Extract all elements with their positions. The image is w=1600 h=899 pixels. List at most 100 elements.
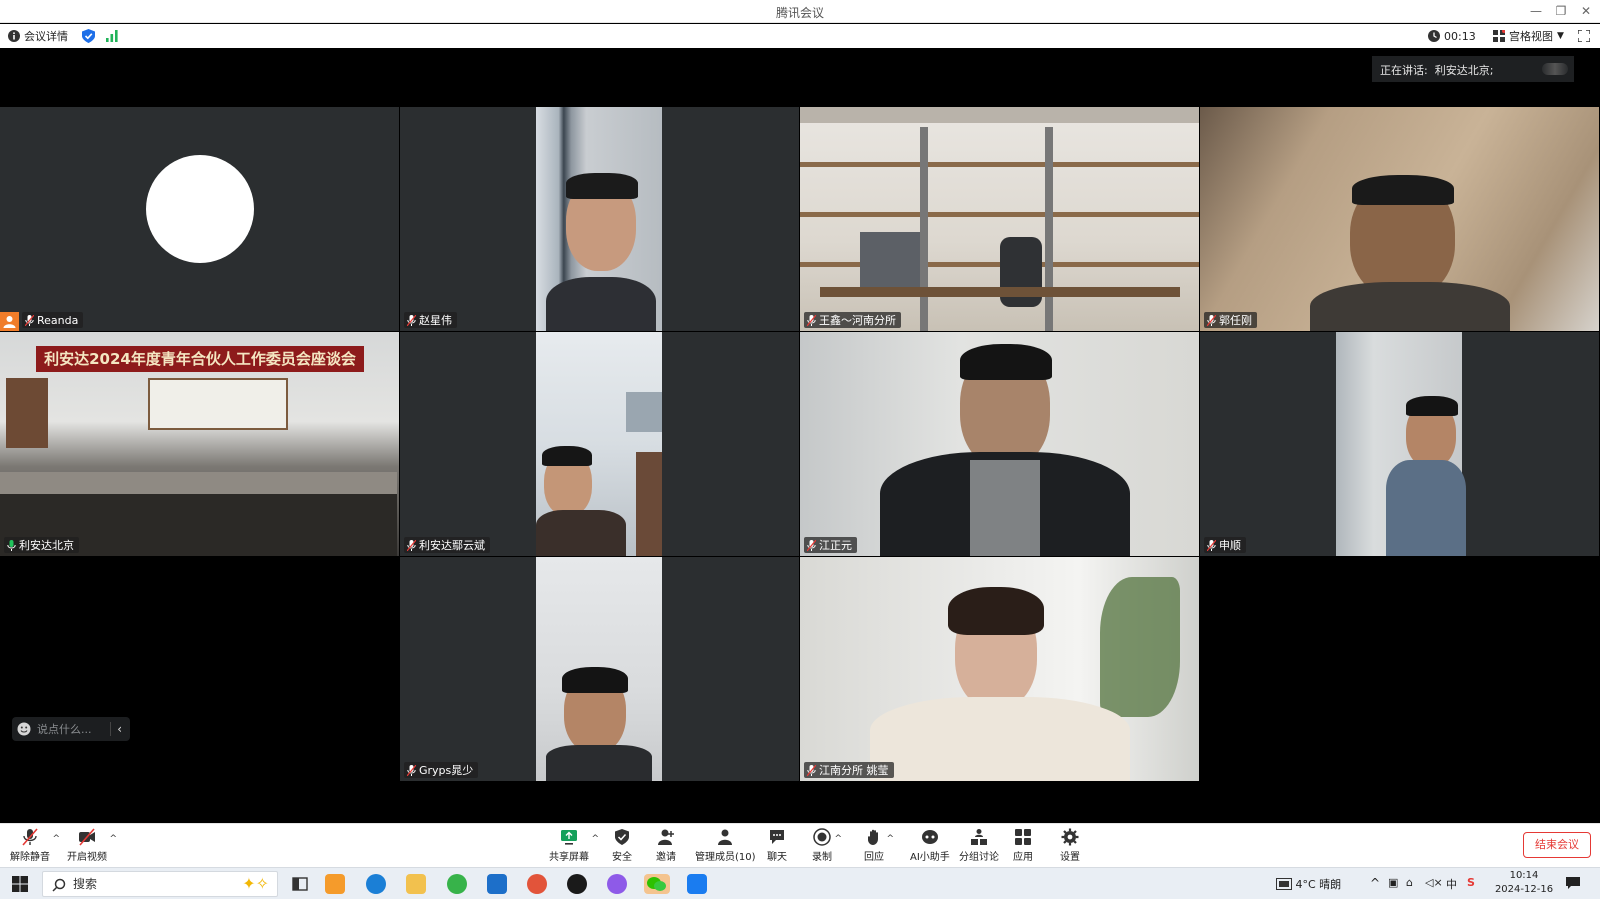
- fullscreen-icon[interactable]: [1578, 28, 1590, 44]
- video-tile-jiang[interactable]: 江正元: [800, 332, 1199, 556]
- divider: [110, 722, 112, 736]
- participant-name: 郭任刚: [1219, 314, 1252, 327]
- invite-button[interactable]: 邀请: [656, 828, 676, 866]
- breakout-button[interactable]: 分组讨论: [959, 828, 999, 866]
- participant-nameplate: 江正元: [804, 537, 857, 553]
- file-explorer-icon[interactable]: [406, 874, 426, 894]
- video-tile-zhao[interactable]: 赵星伟: [400, 107, 799, 331]
- chat-button[interactable]: 聊天: [767, 828, 787, 866]
- sogou-ime-icon[interactable]: S: [1467, 876, 1475, 889]
- participant-video: [800, 557, 1199, 781]
- participant-nameplate: 赵星伟: [404, 312, 457, 328]
- host-icon: [0, 312, 19, 331]
- taskbar-search-box[interactable]: 搜索 ✦✧: [42, 871, 278, 897]
- start-video-button[interactable]: 开启视频 ^: [67, 828, 117, 866]
- clock-date: 2024-12-16: [1494, 884, 1554, 895]
- record-icon: [813, 828, 831, 846]
- edge-browser-icon[interactable]: [366, 874, 386, 894]
- end-meeting-button[interactable]: 结束会议: [1523, 832, 1591, 858]
- conference-room-video: 利安达2024年度青年合伙人工作委员会座谈会: [0, 332, 399, 556]
- view-mode-dropdown[interactable]: 宫格视图 ▼: [1493, 28, 1564, 44]
- meeting-details-button[interactable]: 会议详情: [8, 28, 68, 44]
- door-shape: [636, 452, 662, 556]
- mic-muted-icon: [1207, 539, 1216, 551]
- apps-button[interactable]: 应用: [1013, 828, 1033, 866]
- sweater-shape: [970, 460, 1040, 556]
- participant-name: Reanda: [37, 313, 79, 327]
- weather-widget[interactable]: 4°C 晴朗: [1276, 876, 1341, 892]
- mail-icon[interactable]: [487, 874, 507, 894]
- video-tile-guo[interactable]: 郭任刚: [1200, 107, 1599, 331]
- share-screen-label: 共享屏幕: [549, 852, 589, 863]
- ai-bot-icon: [921, 830, 938, 844]
- chevron-left-icon[interactable]: ‹: [117, 722, 122, 736]
- video-tile-beijing[interactable]: 利安达2024年度青年合伙人工作委员会座谈会 利安达北京: [0, 332, 399, 556]
- close-icon[interactable]: ✕: [1576, 2, 1596, 20]
- chevron-up-icon[interactable]: ^: [591, 834, 599, 844]
- clock-time: 10:14: [1509, 870, 1539, 881]
- ie-browser-icon[interactable]: [447, 874, 467, 894]
- chevron-up-icon[interactable]: ^: [52, 834, 60, 844]
- task-view-icon[interactable]: [290, 874, 310, 894]
- security-button[interactable]: 安全: [612, 828, 632, 866]
- clock[interactable]: 10:14 2024-12-16: [1492, 869, 1556, 897]
- hair-shape: [960, 344, 1052, 380]
- shield-check-icon[interactable]: [82, 28, 95, 44]
- video-tile-gryps[interactable]: Gryps晁少: [400, 557, 799, 781]
- chevron-up-icon[interactable]: ^: [834, 834, 842, 844]
- mic-muted-icon: [407, 539, 416, 551]
- chevron-up-icon[interactable]: ^: [886, 834, 894, 844]
- info-icon: [8, 30, 20, 42]
- settings-button[interactable]: 设置: [1060, 828, 1080, 866]
- chat-input-box[interactable]: 说点什么... ‹: [12, 717, 130, 741]
- members-icon: [718, 829, 733, 845]
- qq-icon[interactable]: [567, 874, 587, 894]
- monitor-shape: [860, 232, 920, 287]
- plant-shape: [1100, 577, 1180, 717]
- window-titlebar: 腾讯会议 — ❐ ✕: [0, 0, 1600, 23]
- video-tile-yan[interactable]: 利安达鄢云斌: [400, 332, 799, 556]
- meeting-banner: 利安达2024年度青年合伙人工作委员会座谈会: [36, 346, 364, 372]
- unmute-button[interactable]: 解除静音 ^: [10, 828, 60, 866]
- share-screen-icon: [561, 830, 577, 845]
- mic-muted-icon: [1207, 314, 1216, 326]
- shelf-shape: [800, 212, 1199, 217]
- chevron-up-icon[interactable]: ^: [109, 834, 117, 844]
- hair-shape: [948, 587, 1044, 635]
- shelf-post-shape: [1045, 127, 1053, 331]
- restore-icon[interactable]: ❐: [1551, 2, 1571, 20]
- browser-icon[interactable]: [607, 874, 627, 894]
- table-edge-shape: [0, 472, 397, 494]
- firefox-icon[interactable]: [527, 874, 547, 894]
- ime-icon[interactable]: 中: [1446, 876, 1457, 892]
- chat-placeholder: 说点什么...: [37, 723, 92, 736]
- video-tile-yaoying[interactable]: 江南分所 姚莹: [800, 557, 1199, 781]
- video-tile-shen[interactable]: 申顺: [1200, 332, 1599, 556]
- hair-shape: [542, 446, 592, 466]
- apps-label: 应用: [1013, 852, 1033, 863]
- notification-icon[interactable]: [1565, 876, 1581, 893]
- windows-start-icon[interactable]: [10, 874, 30, 894]
- participant-nameplate: 利安达鄢云斌: [404, 537, 490, 553]
- ai-assistant-button[interactable]: AI小助手: [910, 828, 950, 866]
- mic-active-icon: [7, 539, 16, 551]
- video-tile-reanda[interactable]: Reanda: [0, 107, 399, 331]
- network-icon[interactable]: ⌂: [1406, 876, 1413, 889]
- share-screen-button[interactable]: 共享屏幕 ^: [549, 828, 599, 866]
- sparkle-icon: ✦✧: [242, 874, 269, 893]
- wechat-icon[interactable]: [644, 874, 670, 894]
- manage-members-label: 管理成员(10): [695, 852, 756, 863]
- react-button[interactable]: 回应 ^: [864, 828, 894, 866]
- tray-chevron-up-icon[interactable]: ^: [1370, 876, 1380, 890]
- record-button[interactable]: 录制 ^: [812, 828, 842, 866]
- app-store-icon[interactable]: [325, 874, 345, 894]
- manage-members-button[interactable]: 管理成员(10): [695, 828, 756, 866]
- video-tile-wangxin[interactable]: 王鑫～河南分所: [800, 107, 1199, 331]
- volume-muted-icon[interactable]: ◁×: [1425, 876, 1443, 889]
- tencent-meeting-icon[interactable]: [687, 874, 707, 894]
- signal-bars-icon[interactable]: [106, 28, 118, 44]
- emoji-icon[interactable]: [17, 722, 31, 736]
- minimize-icon[interactable]: —: [1526, 2, 1546, 20]
- ai-assistant-label: AI小助手: [910, 852, 950, 863]
- tray-display-icon[interactable]: ▣: [1388, 876, 1398, 889]
